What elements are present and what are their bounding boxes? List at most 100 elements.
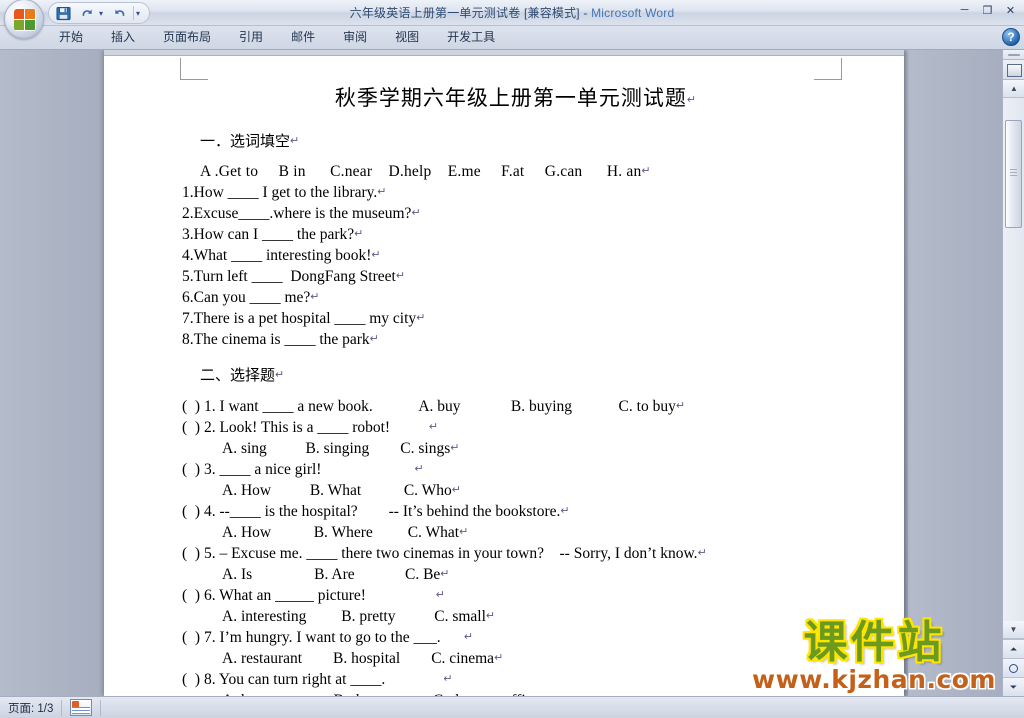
- word-bank-text: A .Get to B in C.near D.help E.me F.at G…: [200, 163, 642, 180]
- previous-page-icon[interactable]: ⏶: [1002, 639, 1024, 658]
- undo-icon[interactable]: [76, 4, 97, 22]
- paragraph-mark: ↵: [463, 631, 474, 643]
- minimize-button[interactable]: ─: [955, 2, 974, 18]
- choice-options-6: A. interesting B. pretty C. small↵: [222, 606, 864, 627]
- scrollbar-bottom-controls: ▼ ⏶ ⏷: [1002, 621, 1024, 696]
- tab-page-layout[interactable]: 页面布局: [150, 25, 224, 49]
- choice-text: A. sing B. singing C. sings: [222, 440, 451, 457]
- scrollbar-track[interactable]: [1003, 98, 1024, 636]
- fill-blank-item-6: 6.Can you ____ me?↵: [182, 287, 864, 308]
- paragraph-mark: ↵: [377, 186, 387, 198]
- fill-blank-item-7: 7.There is a pet hospital ____ my city↵: [182, 308, 864, 329]
- status-bar: 页面: 1/3: [0, 696, 1024, 718]
- choice-text: A. How B. What C. Who: [222, 482, 452, 499]
- save-icon[interactable]: [53, 4, 74, 22]
- tab-insert[interactable]: 插入: [98, 25, 148, 49]
- customize-qat-icon[interactable]: ▾: [136, 9, 145, 18]
- view-ruler-toggle-icon[interactable]: [1003, 60, 1024, 80]
- choice-question-2: ( ) 2. Look! This is a ____ robot! ↵: [182, 417, 864, 438]
- fill-blank-text: 2.Excuse____.where is the museum?: [182, 205, 412, 222]
- paragraph-mark: ↵: [443, 673, 453, 685]
- tab-mailings[interactable]: 邮件: [278, 25, 328, 49]
- toolbar-divider: [133, 6, 134, 20]
- quick-access-toolbar: ▾ ▾: [48, 2, 150, 24]
- choice-options-5: A. Is B. Are C. Be↵: [222, 564, 864, 585]
- redo-icon[interactable]: [110, 4, 131, 22]
- fill-blank-item-1: 1.How ____ I get to the library.↵: [182, 182, 864, 203]
- paragraph-mark: ↵: [275, 369, 285, 381]
- restore-button[interactable]: ❐: [978, 2, 997, 18]
- paragraph-mark: ↵: [697, 547, 707, 559]
- vertical-scrollbar[interactable]: ▲ ▼ ⏶ ⏷: [1002, 50, 1024, 696]
- choice-options-2: A. sing B. singing C. sings↵: [222, 438, 864, 459]
- page-number-status[interactable]: 页面: 1/3: [8, 700, 53, 716]
- paragraph-mark: ↵: [494, 652, 504, 664]
- close-button[interactable]: ✕: [1001, 2, 1020, 18]
- fill-blank-text: 6.Can you ____ me?: [182, 289, 311, 306]
- select-browse-object-icon[interactable]: [1002, 658, 1024, 677]
- help-icon[interactable]: ?: [1002, 28, 1020, 46]
- document-heading-text: 秋季学期六年级上册第一单元测试题: [334, 86, 687, 110]
- split-window-handle[interactable]: [1003, 50, 1024, 60]
- paragraph-mark: ↵: [428, 421, 439, 433]
- choice-text: ( ) 7. I’m hungry. I want to go to the _…: [182, 629, 464, 646]
- tab-references[interactable]: 引用: [226, 25, 276, 49]
- document-work-area: 秋季学期六年级上册第一单元测试题↵ 一．选词填空↵ A .Get to B in…: [0, 50, 1024, 696]
- fill-blank-item-3: 3.How can I ____ the park?↵: [182, 224, 864, 245]
- status-divider: [61, 699, 63, 716]
- paragraph-mark: ↵: [451, 484, 461, 496]
- section-one-heading: 一．选词填空↵: [200, 130, 864, 151]
- scroll-up-icon[interactable]: ▲: [1003, 80, 1024, 98]
- paragraph-mark: ↵: [290, 135, 300, 147]
- canvas-right-gutter: [908, 50, 1002, 696]
- fill-blank-text: 7.There is a pet hospital ____ my city: [182, 310, 417, 327]
- next-page-icon[interactable]: ⏷: [1002, 677, 1024, 696]
- choice-text: A. Is B. Are C. Be: [222, 566, 441, 583]
- paragraph-mark: ↵: [485, 610, 496, 622]
- tab-review[interactable]: 审阅: [330, 25, 380, 49]
- fill-blank-item-8: 8.The cinema is ____ the park↵: [182, 329, 864, 350]
- undo-dropdown-icon[interactable]: ▾: [99, 9, 108, 18]
- fill-blank-text: 8.The cinema is ____ the park: [182, 331, 370, 348]
- paragraph-mark: ↵: [354, 228, 364, 240]
- choice-text: A. restaurant B. hospital C. cinema: [222, 650, 495, 667]
- section-two-text: 二、选择题: [200, 368, 276, 384]
- tab-home[interactable]: 开始: [46, 25, 96, 49]
- fill-blank-text: 5.Turn left ____ DongFang Street: [182, 268, 396, 285]
- paragraph-mark: ↵: [459, 526, 469, 538]
- choice-question-3: ( ) 3. ____ a nice girl! ↵: [182, 459, 864, 480]
- window-title-app: Microsoft Word: [591, 6, 675, 20]
- office-button[interactable]: [4, 0, 44, 39]
- document-view-icon[interactable]: [70, 699, 93, 716]
- tab-view[interactable]: 视图: [382, 25, 432, 49]
- word-application-window: ▾ ▾ 六年级英语上册第一单元测试卷 [兼容模式] - Microsoft Wo…: [0, 0, 1024, 718]
- tab-developer[interactable]: 开发工具: [434, 25, 508, 49]
- scroll-down-icon[interactable]: ▼: [1002, 621, 1024, 639]
- title-bar: ▾ ▾ 六年级英语上册第一单元测试卷 [兼容模式] - Microsoft Wo…: [0, 0, 1024, 39]
- choice-question-4: ( ) 4. --____ is the hospital? -- It’s b…: [182, 501, 864, 522]
- choice-text: A. How B. Where C. What: [222, 524, 460, 541]
- choice-question-7: ( ) 7. I’m hungry. I want to go to the _…: [182, 627, 864, 648]
- office-logo-icon: [14, 9, 36, 31]
- paragraph-mark: ↵: [411, 207, 421, 219]
- paragraph-mark: ↵: [310, 291, 320, 303]
- section-two-heading: 二、选择题↵: [200, 364, 864, 385]
- paragraph-mark: ↵: [395, 270, 406, 282]
- choice-question-8: ( ) 8. You can turn right at ____. ↵: [182, 669, 864, 690]
- choice-text: ( ) 4. --____ is the hospital? -- It’s b…: [182, 503, 561, 520]
- document-page[interactable]: 秋季学期六年级上册第一单元测试题↵ 一．选词填空↵ A .Get to B in…: [104, 50, 904, 696]
- window-controls: ─ ❐ ✕: [955, 2, 1020, 18]
- word-bank-line: A .Get to B in C.near D.help E.me F.at G…: [200, 161, 864, 182]
- window-title: 六年级英语上册第一单元测试卷 [兼容模式] - Microsoft Word: [0, 4, 1024, 21]
- ribbon-tab-strip: 开始 插入 页面布局 引用 邮件 审阅 视图 开发工具 ?: [0, 26, 1024, 50]
- fill-blank-item-4: 4.What ____ interesting book!↵: [182, 245, 864, 266]
- choice-text: A. interesting B. pretty C. small: [222, 608, 486, 625]
- choice-text: ( ) 6. What an _____ picture!: [182, 587, 436, 604]
- choice-text: ( ) 5. – Excuse me. ____ there two cinem…: [182, 545, 698, 562]
- choice-text: ( ) 2. Look! This is a ____ robot!: [182, 419, 429, 436]
- paragraph-mark: ↵: [686, 94, 698, 106]
- section-one-text: 一．选词填空: [200, 134, 291, 150]
- choice-options-4: A. How B. Where C. What↵: [222, 522, 864, 543]
- scrollbar-thumb[interactable]: [1005, 120, 1022, 228]
- status-divider: [100, 699, 102, 716]
